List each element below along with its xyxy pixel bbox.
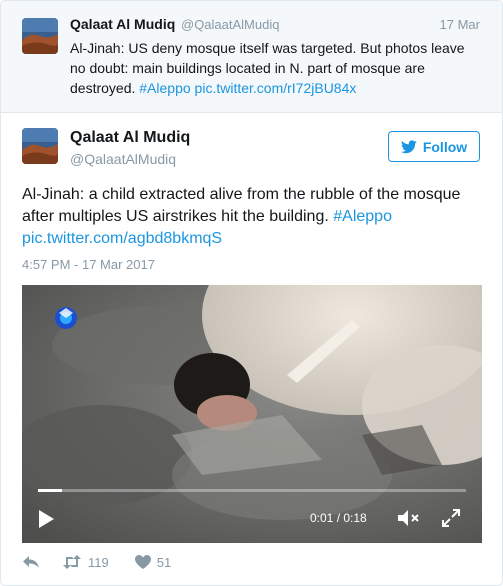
parent-date[interactable]: 17 Mar — [440, 17, 480, 32]
play-icon[interactable] — [36, 509, 56, 529]
tweet-text: Al-Jinah: a child extracted alive from t… — [22, 184, 482, 250]
tweet-embed: Qalaat Al Mudiq @QalaatAlMudiq 17 Mar Al… — [0, 0, 503, 586]
parent-pic-link[interactable]: pic.twitter.com/rI72jBU84x — [195, 80, 357, 96]
tweet-actions: 119 51 — [22, 552, 171, 572]
like-count: 51 — [156, 554, 172, 570]
follow-button[interactable]: Follow — [388, 131, 480, 162]
video-progress-fill — [38, 489, 62, 492]
twitter-bird-icon — [400, 139, 417, 153]
fullscreen-icon[interactable] — [441, 508, 461, 528]
parent-hashtag-link[interactable]: #Aleppo — [139, 80, 190, 96]
hashtag-link[interactable]: #Aleppo — [333, 208, 392, 225]
mute-icon[interactable] — [397, 508, 421, 528]
parent-tweet[interactable]: Qalaat Al Mudiq @QalaatAlMudiq 17 Mar Al… — [1, 1, 502, 113]
parent-tweet-text: Al-Jinah: US deny mosque itself was targ… — [70, 38, 470, 98]
user-handle[interactable]: @QalaatAlMudiq — [70, 151, 176, 167]
tweet-text-body: Al-Jinah: a child extracted alive from t… — [22, 186, 461, 225]
parent-handle[interactable]: @QalaatAlMudiq — [181, 17, 279, 32]
parent-avatar[interactable] — [22, 18, 58, 54]
channel-logo-icon — [55, 307, 77, 329]
pic-link[interactable]: pic.twitter.com/agbd8bkmqS — [22, 230, 222, 247]
video-frame — [22, 285, 482, 543]
video-progress-bar[interactable] — [38, 489, 466, 492]
avatar[interactable] — [22, 128, 58, 164]
tweet-timestamp[interactable]: 4:57 PM - 17 Mar 2017 — [22, 257, 155, 272]
retweet-count: 119 — [88, 554, 109, 570]
like-button[interactable]: 51 — [134, 554, 172, 570]
retweet-icon — [63, 555, 81, 569]
follow-label: Follow — [422, 138, 468, 155]
reply-icon — [23, 556, 39, 568]
heart-icon — [134, 555, 151, 569]
video-time: 0:01 / 0:18 — [310, 511, 367, 525]
reply-button[interactable] — [22, 555, 40, 569]
parent-display-name[interactable]: Qalaat Al Mudiq — [70, 16, 175, 32]
retweet-button[interactable]: 119 — [62, 555, 109, 570]
display-name[interactable]: Qalaat Al Mudiq — [70, 129, 190, 147]
video-player[interactable]: 0:01 / 0:18 — [22, 285, 482, 543]
